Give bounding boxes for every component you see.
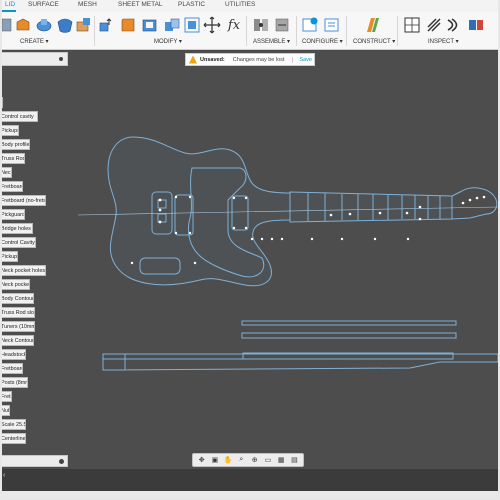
list-item[interactable]: Neck pocket [0,279,30,290]
list-item[interactable]: Neck pocket holes [0,265,46,276]
as-built-joint-icon[interactable] [272,15,292,35]
fillet-modify-icon[interactable] [118,15,138,35]
scale-icon[interactable] [182,15,202,35]
configure-menu[interactable]: CONFIGURE ▾ [302,38,343,45]
warning-icon [189,55,197,64]
group-divider [346,16,347,46]
group-divider [246,16,247,46]
list-item[interactable]: Fretboard (no-frets) [0,195,46,206]
list-item[interactable]: Fretboard [0,363,23,374]
expand-timeline-icon[interactable]: ‹ [3,472,5,479]
workspace-tabs: LID SURFACE MESH SHEET METAL PLASTIC UTI… [0,0,500,12]
list-item[interactable]: Pickguard [0,209,25,220]
tab-mesh[interactable]: MESH [78,1,97,8]
tab-plastic[interactable]: PLASTIC [178,1,205,8]
fit-icon[interactable]: ⊕ [251,456,259,464]
list-item[interactable]: Headstock [0,349,26,360]
create-menu[interactable]: CREATE ▾ [20,38,49,45]
timeline-bar: ‹ [0,469,500,491]
list-item[interactable]: Scale 25.5 [0,419,26,430]
revolve-icon[interactable] [34,15,54,35]
list-item[interactable]: Bridge holes [0,223,33,234]
zoom-icon[interactable]: ⌕ [237,456,245,464]
fillet-icon[interactable] [74,15,94,35]
combine-icon[interactable] [162,15,182,35]
offset-plane-icon[interactable] [362,15,382,35]
fx-label: fx [227,17,241,33]
guitar-sketch [77,136,499,371]
design-canvas[interactable] [0,51,500,490]
display-settings-icon[interactable]: ▭ [264,456,272,464]
group-divider [296,16,297,46]
ribbon-toolbar: CREATE ▾ fx MODIFY ▾ ASSEMBLE ▾ CONFIGUR… [0,12,500,50]
list-item[interactable]: Body Contour [0,293,34,304]
save-link[interactable]: Save [292,56,312,63]
unsaved-message: Changes may be lost [232,56,285,63]
tab-utilities[interactable]: UTILITIES [225,1,255,8]
construct-menu[interactable]: CONSTRUCT ▾ [353,38,395,45]
section-analysis-icon[interactable] [466,15,486,35]
bottom-strip [0,491,500,500]
navigation-toolbar: ✥ ▣ ✋ ⌕ ⊕ ▭ ▦ ▤ [192,453,304,467]
hole-icon[interactable] [55,15,75,35]
inspect-menu[interactable]: INSPECT ▾ [428,38,459,45]
modify-menu[interactable]: MODIFY ▾ [154,38,182,45]
list-item[interactable]: Neck [0,167,12,178]
list-item[interactable]: Pickups [0,125,19,136]
list-item[interactable]: Posts (8mm) [0,377,28,388]
list-item[interactable]: Truss Rod slot [0,307,35,318]
new-joint-icon[interactable] [251,15,271,35]
shell-icon[interactable] [140,15,160,35]
list-item[interactable]: Nut [0,405,10,416]
list-item[interactable]: Control cavity [0,111,38,122]
browser-footer-options-icon[interactable] [59,459,64,464]
browser-panel-footer[interactable] [0,455,68,467]
group-divider [397,16,398,46]
list-item[interactable]: Truss Rod [0,153,25,164]
list-item[interactable]: Tuners (10mm) [0,321,35,332]
list-item[interactable]: Centerline [0,433,26,444]
move-icon[interactable] [202,15,222,35]
change-parameters-icon[interactable]: fx [224,15,244,35]
list-item[interactable]: Fretboard [0,181,23,192]
list-item[interactable]: Neck Contour [0,335,34,346]
unsaved-label: Unsaved: [200,56,225,63]
orbit-icon[interactable]: ✥ [198,456,206,464]
list-item[interactable] [0,97,3,108]
list-item[interactable]: Pickups [0,251,18,262]
list-item[interactable]: Body profile [0,139,30,150]
measure-icon[interactable] [402,15,422,35]
tab-sheet-metal[interactable]: SHEET METAL [118,1,163,8]
list-item[interactable]: Frets [0,391,12,402]
browser-panel-header[interactable] [0,52,68,66]
configure-table-icon[interactable] [300,15,320,35]
pan-icon[interactable]: ✋ [224,456,233,464]
list-item[interactable]: Control Cavity [0,237,36,248]
viewports-icon[interactable]: ▤ [290,456,298,464]
tab-surface[interactable]: SURFACE [28,1,59,8]
look-at-icon[interactable]: ▣ [211,456,219,464]
browser-options-icon[interactable] [59,57,63,61]
tab-solid[interactable]: LID [5,1,15,8]
group-divider [94,16,95,46]
unsaved-notification: Unsaved: Changes may be lost Save [185,53,315,66]
curvature-comb-icon[interactable] [444,15,464,35]
press-pull-icon[interactable] [96,15,116,35]
assemble-menu[interactable]: ASSEMBLE ▾ [253,38,290,45]
interference-icon[interactable] [424,15,444,35]
configure-rule-icon[interactable] [322,15,342,35]
extrude-icon[interactable] [13,15,33,35]
grid-settings-icon[interactable]: ▦ [277,456,285,464]
